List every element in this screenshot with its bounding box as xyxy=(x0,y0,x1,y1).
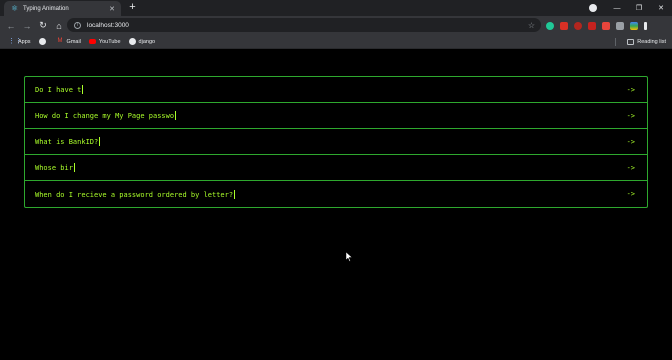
extension-record-icon[interactable] xyxy=(574,21,582,30)
arrow-icon: -> xyxy=(626,111,635,120)
bookmark-youtube[interactable]: YouTube xyxy=(88,38,121,45)
django-icon xyxy=(128,38,136,45)
page-viewport: Do I have t -> How do I change my My Pag… xyxy=(0,50,672,360)
close-tab-icon[interactable]: ✕ xyxy=(108,5,116,13)
bookmark-apps[interactable]: ⋮⋮ Apps xyxy=(8,38,31,45)
extension-green-icon[interactable] xyxy=(546,21,554,30)
bookmark-label: django xyxy=(138,38,156,45)
extensions-puzzle-icon[interactable] xyxy=(616,21,624,30)
typing-caret xyxy=(73,163,75,172)
typing-caret xyxy=(99,137,101,146)
gmail-icon: M xyxy=(57,38,63,44)
typing-caret xyxy=(175,111,177,120)
typing-caret xyxy=(82,85,84,94)
tab-strip: ⚛ Typing Animation ✕ + — ❐ ✕ xyxy=(0,0,672,16)
youtube-icon xyxy=(88,39,96,44)
bookmark-label: Apps xyxy=(18,38,31,45)
globe-icon xyxy=(38,38,46,45)
browser-toolbar: ← → ↻ ⌂ i localhost:3000 ☆ xyxy=(0,16,672,35)
reading-list-label: Reading list xyxy=(637,39,666,45)
bookmark-label: Gmail xyxy=(66,38,81,45)
bookmark-gmail[interactable]: M Gmail xyxy=(57,38,81,45)
faq-item[interactable]: What is BankID? -> xyxy=(25,129,647,155)
new-tab-button[interactable]: + xyxy=(127,2,138,13)
bookmark-django[interactable]: django xyxy=(128,38,156,45)
reload-button[interactable]: ↻ xyxy=(35,20,51,31)
extension-stack-icon[interactable] xyxy=(630,21,638,30)
extension-color-icon[interactable] xyxy=(602,21,610,30)
arrow-icon: -> xyxy=(626,190,635,198)
bookmark-label: YouTube xyxy=(98,38,121,45)
profile-icon[interactable] xyxy=(589,4,597,12)
faq-question: How do I change my My Page passwo xyxy=(35,111,177,120)
browser-tab[interactable]: ⚛ Typing Animation ✕ xyxy=(4,1,121,16)
site-info-icon[interactable]: i xyxy=(74,21,81,29)
home-button[interactable]: ⌂ xyxy=(51,21,67,31)
faq-question: Whose bir xyxy=(35,163,75,172)
close-window-button[interactable]: ✕ xyxy=(650,4,672,12)
reading-list-icon xyxy=(627,39,635,45)
bookmark-globe[interactable] xyxy=(38,38,49,45)
faq-list: Do I have t -> How do I change my My Pag… xyxy=(24,76,648,208)
window-controls: — ❐ ✕ xyxy=(606,0,672,16)
extensions-area xyxy=(546,19,653,32)
bookmarks-separator xyxy=(615,38,616,46)
menu-kebab-icon[interactable] xyxy=(644,21,647,30)
apps-grid-icon: ⋮⋮ xyxy=(8,38,22,45)
extension-red-icon[interactable] xyxy=(560,21,568,30)
faq-item[interactable]: How do I change my My Page passwo -> xyxy=(25,103,647,129)
arrow-icon: -> xyxy=(626,85,635,94)
react-favicon-icon: ⚛ xyxy=(11,3,19,13)
tab-title: Typing Animation xyxy=(23,5,69,12)
back-button[interactable]: ← xyxy=(3,21,19,31)
faq-question: What is BankID? xyxy=(35,137,101,146)
bookmarks-bar: ⋮⋮ Apps M Gmail YouTube django Reading l… xyxy=(0,35,672,49)
extension-pdf-icon[interactable] xyxy=(588,21,596,30)
arrow-icon: -> xyxy=(626,137,635,146)
restore-button[interactable]: ❐ xyxy=(628,4,650,12)
typing-caret xyxy=(234,189,236,199)
address-bar[interactable]: i localhost:3000 ☆ xyxy=(67,18,541,32)
forward-button[interactable]: → xyxy=(19,21,35,31)
faq-question: Do I have t xyxy=(35,85,84,94)
faq-item[interactable]: When do I recieve a password ordered by … xyxy=(25,181,647,207)
reading-list-button[interactable]: Reading list xyxy=(627,35,666,49)
url-text: localhost:3000 xyxy=(87,21,129,29)
minimize-button[interactable]: — xyxy=(606,5,628,12)
faq-item[interactable]: Do I have t -> xyxy=(25,77,647,103)
bookmark-star-icon[interactable]: ☆ xyxy=(528,21,535,30)
arrow-icon: -> xyxy=(626,163,635,172)
faq-question: When do I recieve a password ordered by … xyxy=(35,189,236,199)
faq-item[interactable]: Whose bir -> xyxy=(25,155,647,181)
